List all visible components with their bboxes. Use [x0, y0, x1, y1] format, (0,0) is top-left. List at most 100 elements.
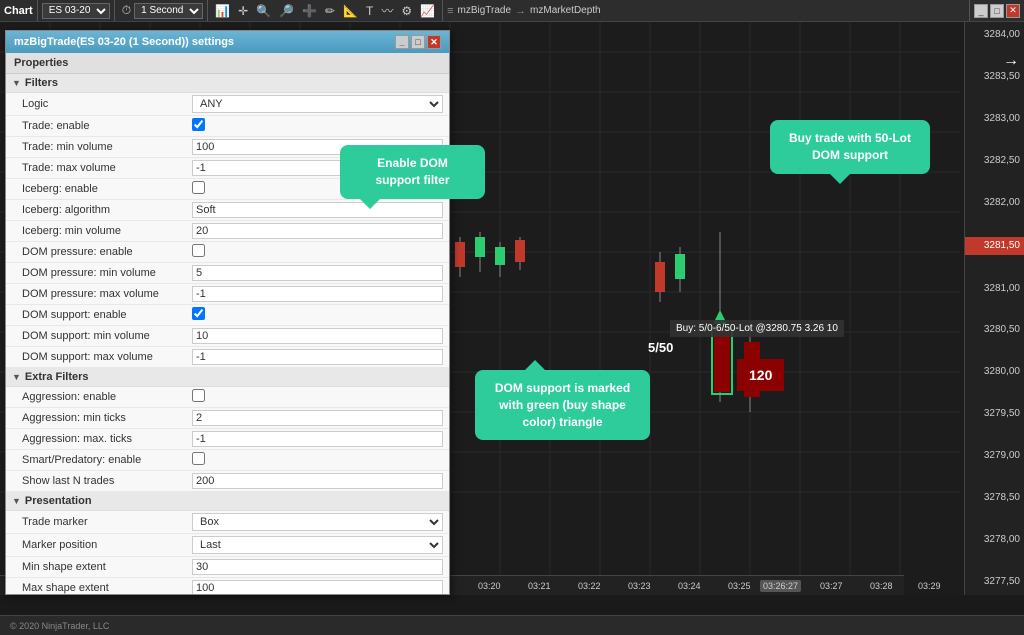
aggression-max-ticks-value[interactable]: [192, 431, 443, 447]
price-3282: 3282,00: [965, 195, 1024, 211]
time-label-0323: 03:23: [628, 581, 651, 591]
trade-marker-value-field[interactable]: Box Circle Triangle: [192, 513, 443, 531]
chart-type-icon[interactable]: 📊: [212, 4, 233, 18]
presentation-section-header[interactable]: ▼ Presentation: [6, 492, 449, 511]
dom-support-max-vol-input[interactable]: [192, 349, 443, 365]
iceberg-enable-check[interactable]: [192, 181, 205, 194]
settings-restore-btn[interactable]: □: [411, 35, 425, 49]
dom-support-enable-value[interactable]: [192, 307, 443, 323]
price-axis: 3284,00 3283,50 3283,00 3282,50 3282,00 …: [964, 22, 1024, 595]
filters-collapse-icon[interactable]: ▼: [12, 78, 21, 88]
iceberg-algo-value[interactable]: [192, 202, 443, 218]
filters-section-header[interactable]: ▼ Filters: [6, 74, 449, 93]
time-label-0324: 03:24: [678, 581, 701, 591]
settings-icon[interactable]: ⚙: [398, 4, 415, 18]
show-last-n-label: Show last N trades: [12, 475, 192, 487]
lot-size-label: 5/50: [648, 340, 673, 355]
logic-value[interactable]: ANY ALL: [192, 95, 443, 113]
extra-filters-section-header[interactable]: ▼ Extra Filters: [6, 368, 449, 387]
time-label-0322: 03:22: [578, 581, 601, 591]
marker-position-value[interactable]: Last First: [192, 536, 443, 554]
zoom-icon[interactable]: 🔍: [253, 4, 274, 18]
marker-position-select[interactable]: Last First: [192, 536, 443, 554]
aggression-enable-check[interactable]: [192, 389, 205, 402]
time-label-032627: 03:26:27: [760, 580, 801, 592]
dom-pressure-max-vol-value[interactable]: [192, 286, 443, 302]
maximize-button[interactable]: □: [990, 4, 1004, 18]
price-3279: 3279,00: [965, 448, 1024, 464]
zoom-out-icon[interactable]: 🔎: [276, 4, 297, 18]
logic-select[interactable]: ANY ALL: [192, 95, 443, 113]
chart-label: Chart: [4, 5, 33, 17]
prop-dom-pressure-min-vol: DOM pressure: min volume: [6, 263, 449, 284]
dom-pressure-max-vol-input[interactable]: [192, 286, 443, 302]
price-3283: 3283,00: [965, 111, 1024, 127]
iceberg-algo-input[interactable]: [192, 202, 443, 218]
close-button[interactable]: ✕: [1006, 4, 1020, 18]
dom-support-min-vol-value[interactable]: [192, 328, 443, 344]
aggression-min-ticks-input[interactable]: [192, 410, 443, 426]
breadcrumb-mzbig[interactable]: mzBigTrade: [454, 5, 516, 16]
price-3281-50-highlight: 3281,50: [965, 237, 1024, 255]
fibonacci-icon[interactable]: 〰: [378, 2, 396, 19]
iceberg-min-vol-value[interactable]: [192, 223, 443, 239]
instrument-select[interactable]: ES 03-20: [42, 3, 110, 19]
ruler-icon[interactable]: 📐: [340, 4, 361, 18]
aggression-min-ticks-value[interactable]: [192, 410, 443, 426]
time-label-0320: 03:20: [478, 581, 501, 591]
status-copyright: © 2020 NinjaTrader, LLC: [10, 621, 109, 631]
nav-arrow-right[interactable]: →: [1003, 52, 1019, 70]
timeframe-select[interactable]: 1 Second: [134, 3, 203, 19]
presentation-collapse-icon[interactable]: ▼: [12, 496, 21, 506]
chart-label-section: Chart: [0, 0, 38, 21]
min-shape-input[interactable]: [192, 559, 443, 575]
price-3279-50: 3279,50: [965, 406, 1024, 422]
show-last-n-input[interactable]: [192, 473, 443, 489]
settings-minimize-btn[interactable]: _: [395, 35, 409, 49]
dom-pressure-max-vol-label: DOM pressure: max volume: [12, 288, 192, 300]
max-shape-input[interactable]: [192, 580, 443, 594]
time-label-0325: 03:25: [728, 581, 751, 591]
breadcrumb-mzmarket[interactable]: mzMarketDepth: [526, 5, 605, 16]
min-shape-value[interactable]: [192, 559, 443, 575]
extra-filters-collapse-icon[interactable]: ▼: [12, 372, 21, 382]
prop-show-last-n: Show last N trades: [6, 471, 449, 492]
trade-enable-value[interactable]: [192, 118, 443, 134]
dom-pressure-min-vol-value[interactable]: [192, 265, 443, 281]
dom-support-min-vol-input[interactable]: [192, 328, 443, 344]
smart-predatory-enable-value[interactable]: [192, 452, 443, 468]
iceberg-algo-label: Iceberg: algorithm: [12, 204, 192, 216]
max-shape-value[interactable]: [192, 580, 443, 594]
aggression-max-ticks-input[interactable]: [192, 431, 443, 447]
dom-support-min-vol-label: DOM support: min volume: [12, 330, 192, 342]
minimize-button[interactable]: _: [974, 4, 988, 18]
tooltip2-text: Buy trade with 50-Lot DOM support: [789, 131, 911, 162]
aggression-enable-value[interactable]: [192, 389, 443, 405]
dom-support-enable-check[interactable]: [192, 307, 205, 320]
trade-marker-select[interactable]: Box Circle Triangle: [192, 513, 443, 531]
window-buttons[interactable]: _ □ ✕: [970, 0, 1024, 21]
dom-pressure-enable-check[interactable]: [192, 244, 205, 257]
plus-icon[interactable]: ➕: [299, 4, 320, 18]
toolbar-icons[interactable]: 📊 ✛ 🔍 🔎 ➕ ✏ 📐 T 〰 ⚙ 📈: [208, 0, 443, 21]
crosshair-icon[interactable]: ✛: [235, 4, 251, 18]
prop-marker-position: Marker position Last First: [6, 534, 449, 557]
trade-enable-check[interactable]: [192, 118, 205, 131]
smart-predatory-enable-check[interactable]: [192, 452, 205, 465]
dom-pressure-enable-value[interactable]: [192, 244, 443, 260]
dom-pressure-min-vol-input[interactable]: [192, 265, 443, 281]
dom-pressure-min-vol-label: DOM pressure: min volume: [12, 267, 192, 279]
iceberg-min-vol-input[interactable]: [192, 223, 443, 239]
dom-support-max-vol-value[interactable]: [192, 349, 443, 365]
settings-close-btn[interactable]: ✕: [427, 35, 441, 49]
info-box-text: Buy: 5/0-6/50-Lot @3280.75 3.26 10: [676, 323, 838, 334]
draw-icon[interactable]: ✏: [322, 4, 338, 18]
instrument-section[interactable]: ES 03-20: [38, 0, 115, 21]
indicator-icon[interactable]: 📈: [417, 4, 438, 18]
window-controls[interactable]: _ □ ✕: [395, 35, 441, 49]
text-icon[interactable]: T: [363, 4, 376, 18]
smart-predatory-enable-label: Smart/Predatory: enable: [12, 454, 192, 466]
timeframe-section[interactable]: ⏱ 1 Second: [115, 0, 208, 21]
show-last-n-value[interactable]: [192, 473, 443, 489]
time-label-0327: 03:27: [820, 581, 843, 591]
